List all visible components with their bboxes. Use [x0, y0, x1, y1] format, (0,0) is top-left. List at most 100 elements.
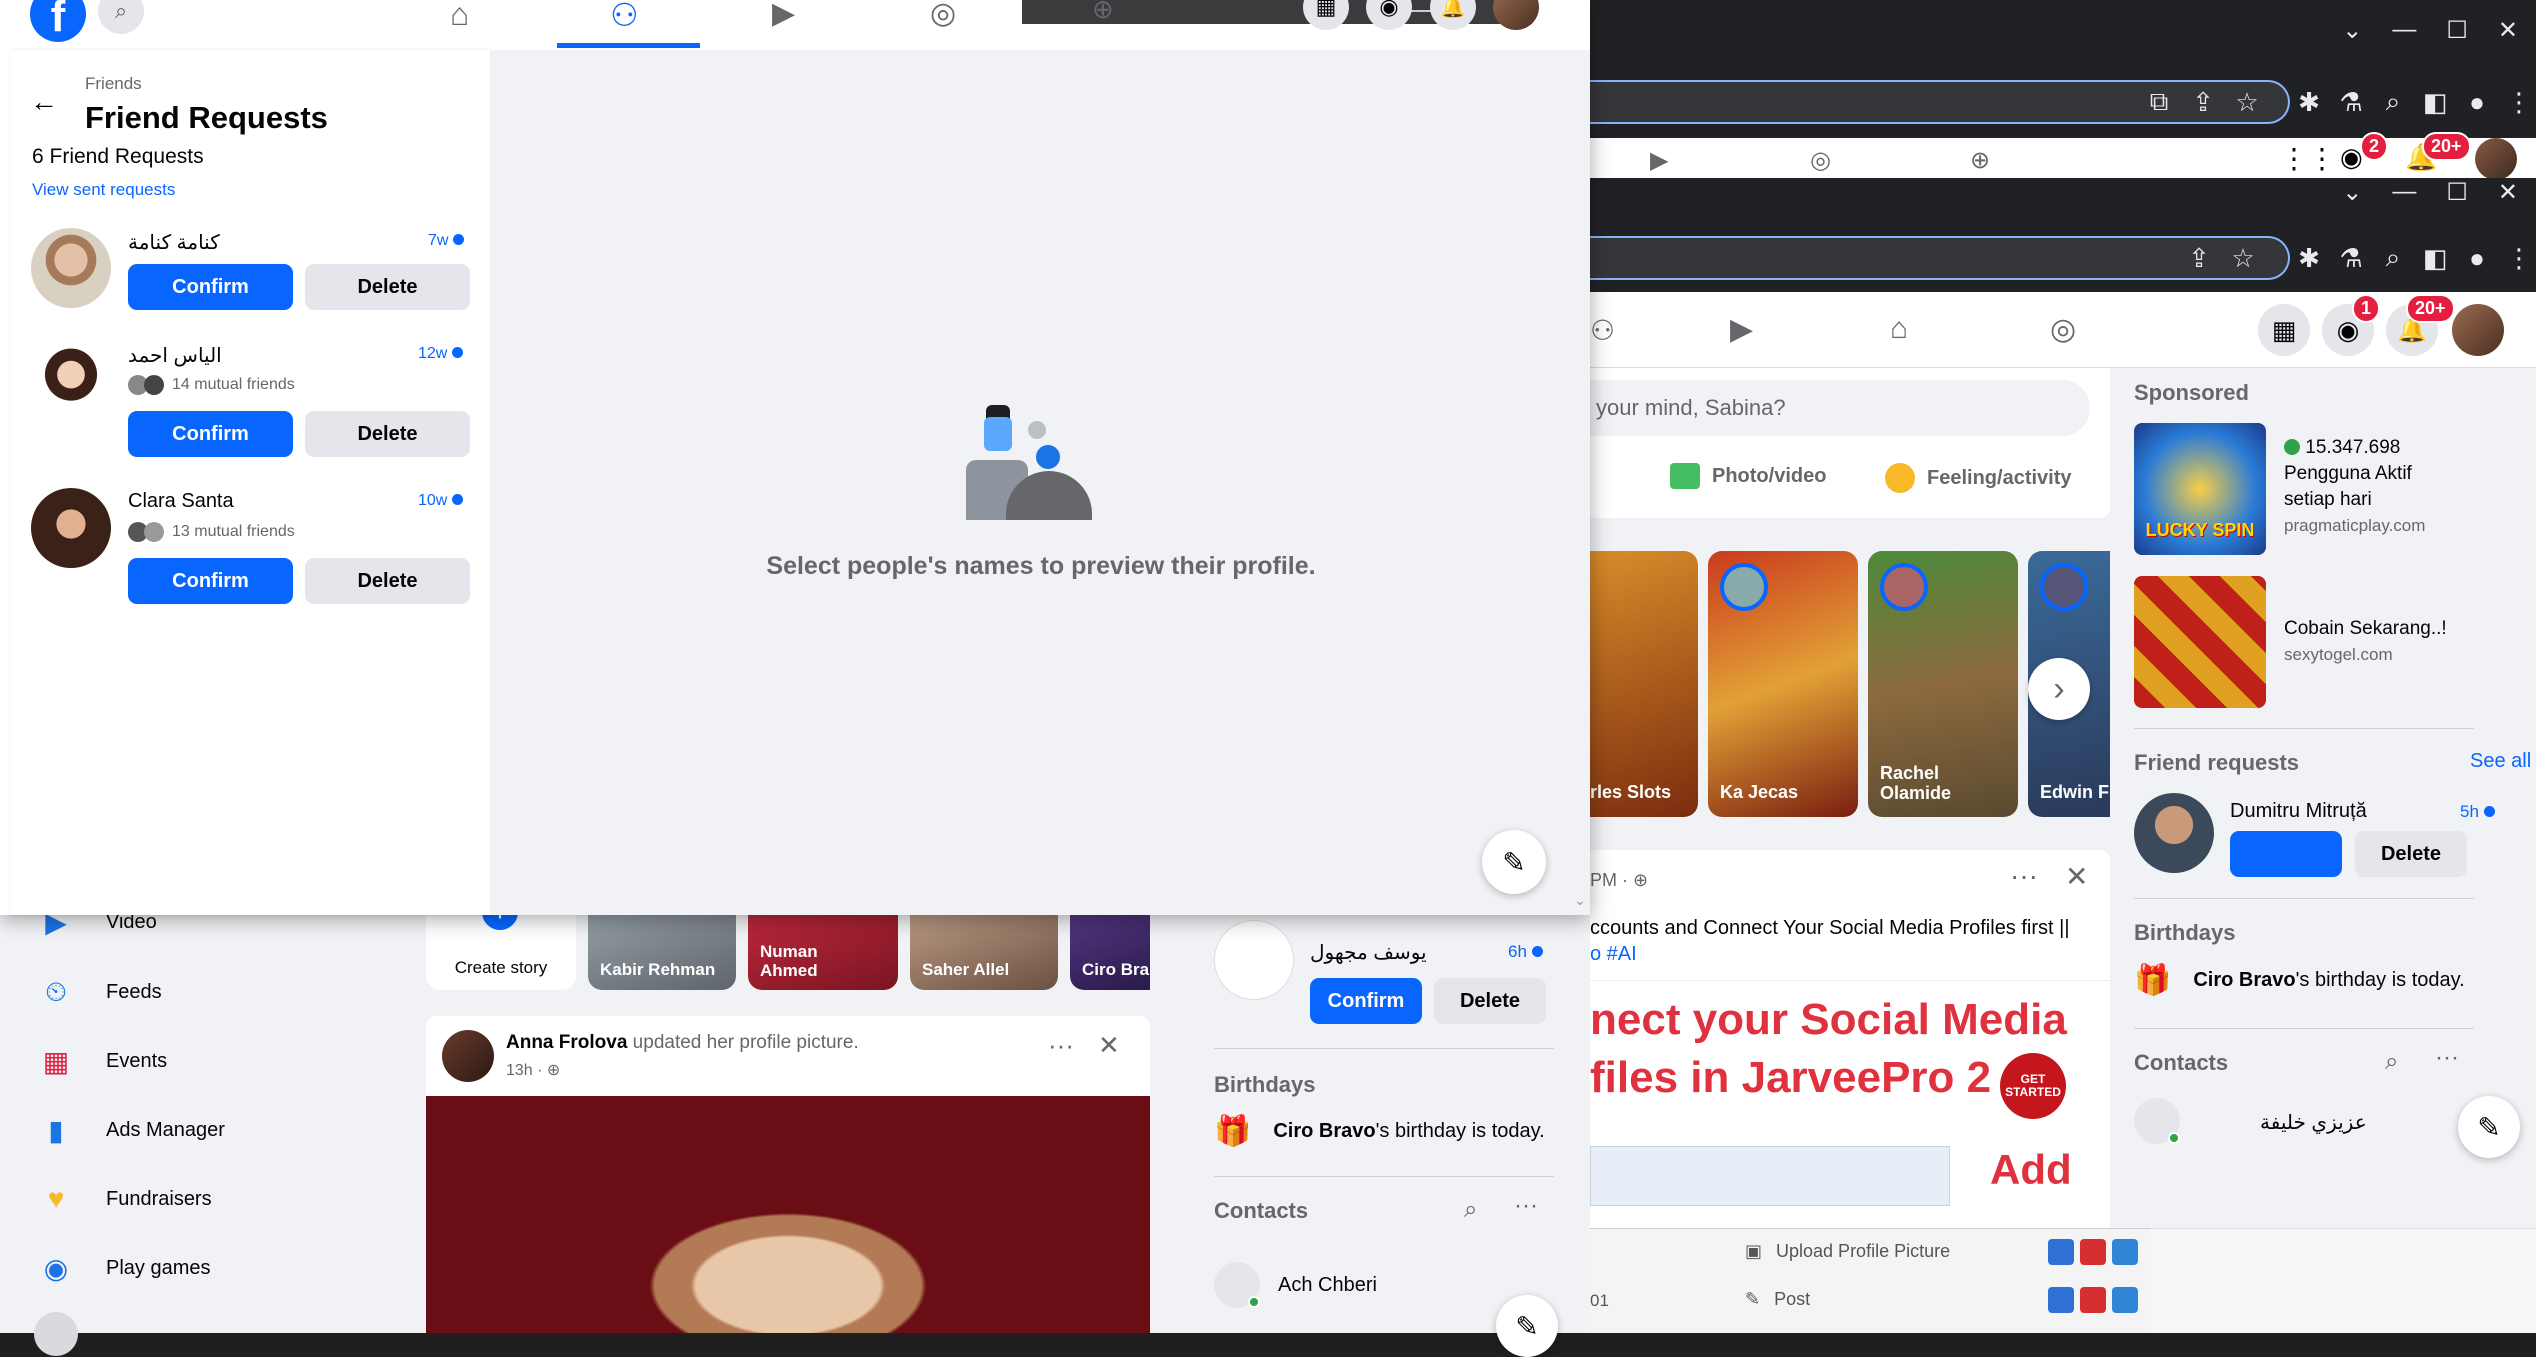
video-nav-icon[interactable]: ▶: [772, 0, 795, 31]
new-message-button[interactable]: ✎: [2458, 1096, 2520, 1158]
facebook-square-icon[interactable]: [2048, 1239, 2074, 1265]
confirm-button[interactable]: Confirm: [128, 411, 293, 457]
notifications-icon[interactable]: 🔔: [1430, 0, 1476, 30]
groups-nav-icon[interactable]: ◎: [930, 0, 956, 31]
contacts-search-icon[interactable]: ⌕: [2385, 1048, 2398, 1076]
request-name[interactable]: Dumitru Mitruță: [2230, 800, 2367, 823]
birthday-item[interactable]: 🎁 Ciro Bravo's birthday is today.: [1214, 1114, 1545, 1149]
confirm-button[interactable]: [2230, 831, 2342, 877]
ad-lucky-spin[interactable]: LUCKY SPIN 15.347.698 Pengguna Aktif set…: [2134, 423, 2534, 558]
back-arrow-icon[interactable]: ←: [30, 86, 58, 118]
mutual-friends[interactable]: 13 mutual friends: [128, 522, 295, 542]
contacts-more-icon[interactable]: ···: [1514, 1192, 1538, 1220]
story-card[interactable]: rles Slots: [1590, 551, 1698, 817]
friends-nav-icon[interactable]: ⚇: [610, 0, 639, 34]
story-next-button[interactable]: ›: [2028, 658, 2090, 720]
request-avatar[interactable]: [2134, 793, 2214, 873]
contact-name[interactable]: Ach Chberi: [1278, 1274, 1377, 1297]
close-icon[interactable]: ✕: [2498, 16, 2518, 45]
friend-request-item[interactable]: الياس احمد 12w 14 mutual friends Confirm…: [10, 333, 490, 478]
menu-item-play-games[interactable]: ◉ Play games: [34, 1246, 211, 1290]
scrollbar[interactable]: ⌄: [1572, 50, 1590, 915]
marketplace-nav-icon[interactable]: ⌂: [1890, 312, 1908, 346]
install-icon[interactable]: ⧉: [2140, 83, 2178, 121]
extension-icon[interactable]: ⚗: [2332, 83, 2370, 121]
menu-item-fundraisers[interactable]: ♥ Fundraisers: [34, 1177, 212, 1221]
post-input[interactable]: your mind, Sabina?: [1590, 380, 2090, 436]
contact-name[interactable]: عزيزي خليفة: [2260, 1110, 2367, 1135]
friends-nav-icon[interactable]: ⚇: [1590, 314, 1615, 347]
friend-request-item[interactable]: كنامة كنامة 7w Confirm Delete: [10, 220, 490, 330]
extensions-icon[interactable]: ✱: [2290, 83, 2328, 121]
post-more-icon[interactable]: ···: [2010, 860, 2038, 892]
profile-icon[interactable]: ●: [2458, 239, 2496, 277]
request-name[interactable]: Clara Santa: [128, 490, 234, 513]
extension-icon[interactable]: ⚗: [2332, 239, 2370, 277]
groups-nav-icon[interactable]: ◎: [2050, 312, 2076, 347]
request-avatar[interactable]: [1214, 920, 1294, 1000]
request-avatar[interactable]: [31, 228, 111, 308]
video-icon[interactable]: ▶: [1650, 146, 1668, 175]
profile-avatar[interactable]: [1493, 0, 1539, 30]
apps-grid-icon[interactable]: ▦: [1303, 0, 1349, 30]
post-photo[interactable]: [426, 1096, 1150, 1333]
maximize-icon[interactable]: ☐: [2446, 16, 2468, 45]
apps-grid-icon[interactable]: ▦: [2258, 304, 2310, 356]
see-all-link[interactable]: See all: [2470, 750, 2531, 773]
extensions-icon[interactable]: ✱: [2290, 239, 2328, 277]
post-more-icon[interactable]: ···: [1048, 1030, 1074, 1061]
gaming-icon[interactable]: ⊕: [1970, 146, 1990, 175]
post-author-avatar[interactable]: [442, 1030, 494, 1082]
ad-sexytogel[interactable]: Cobain Sekarang..! sexytogel.com: [2134, 576, 2534, 711]
profile-icon[interactable]: ●: [2458, 83, 2496, 121]
menu-item-feeds[interactable]: ⏲ Feeds: [34, 970, 162, 1014]
chevron-down-icon[interactable]: ⌄: [2342, 16, 2362, 45]
home-nav-icon[interactable]: ⌂: [450, 0, 469, 33]
request-avatar[interactable]: [31, 488, 111, 568]
more-icon[interactable]: [34, 1312, 78, 1356]
menu-kebab-icon[interactable]: ⋮: [2500, 83, 2536, 121]
facebook-square-icon[interactable]: [2048, 1287, 2074, 1313]
friend-request-item[interactable]: Clara Santa 10w 13 mutual friends Confir…: [10, 480, 490, 625]
post-close-icon[interactable]: ✕: [2065, 860, 2088, 893]
search-icon[interactable]: ⌕: [2374, 239, 2412, 277]
view-sent-requests-link[interactable]: View sent requests: [32, 180, 175, 200]
sidepanel-icon[interactable]: ◧: [2416, 239, 2454, 277]
delete-button[interactable]: Delete: [1434, 978, 1546, 1024]
request-name[interactable]: الياس احمد: [128, 343, 222, 368]
sidepanel-icon[interactable]: ◧: [2416, 83, 2454, 121]
new-message-button[interactable]: ✎: [1482, 830, 1546, 894]
groups-icon[interactable]: ◎: [1810, 146, 1831, 175]
mutual-friends[interactable]: 14 mutual friends: [128, 375, 295, 395]
menu-kebab-icon[interactable]: ⋮: [2500, 239, 2536, 277]
profile-avatar[interactable]: [2452, 304, 2504, 356]
request-name[interactable]: يوسف مجهول: [1310, 940, 1427, 965]
pinterest-square-icon[interactable]: [2080, 1287, 2106, 1313]
request-avatar[interactable]: [31, 341, 111, 421]
gaming-nav-icon[interactable]: ⊕: [1092, 0, 1114, 25]
birthday-item[interactable]: 🎁 Ciro Bravo's birthday is today.: [2134, 963, 2465, 998]
maximize-icon[interactable]: ☐: [2446, 178, 2468, 207]
video-nav-icon[interactable]: ▶: [1730, 312, 1753, 347]
pinterest-square-icon[interactable]: [2080, 1239, 2106, 1265]
close-icon[interactable]: ✕: [2498, 178, 2518, 207]
confirm-button[interactable]: Confirm: [128, 558, 293, 604]
story-card[interactable]: Ka Jecas: [1708, 551, 1858, 817]
delete-button[interactable]: Delete: [2355, 831, 2467, 877]
new-message-button[interactable]: ✎: [1496, 1295, 1558, 1357]
feeling-activity-button[interactable]: Feeling/activity: [1885, 463, 2072, 493]
request-name[interactable]: كنامة كنامة: [128, 230, 220, 255]
menu-item-ads-manager[interactable]: ▮ Ads Manager: [34, 1108, 225, 1152]
share-icon[interactable]: ⇪: [2180, 239, 2218, 277]
post-author[interactable]: Anna Frolova: [506, 1032, 627, 1053]
contacts-more-icon[interactable]: ···: [2435, 1044, 2459, 1072]
bookmark-star-icon[interactable]: ☆: [2224, 239, 2262, 277]
confirm-button[interactable]: Confirm: [1310, 978, 1422, 1024]
delete-button[interactable]: Delete: [305, 264, 470, 310]
jarvee-row[interactable]: ▣ Upload Profile Picture: [1745, 1241, 1950, 1262]
share-icon[interactable]: ⇪: [2184, 83, 2222, 121]
search-icon[interactable]: ⌕: [2374, 83, 2412, 121]
minimize-icon[interactable]: —: [2392, 178, 2416, 207]
bookmark-star-icon[interactable]: ☆: [2228, 83, 2266, 121]
confirm-button[interactable]: Confirm: [128, 264, 293, 310]
